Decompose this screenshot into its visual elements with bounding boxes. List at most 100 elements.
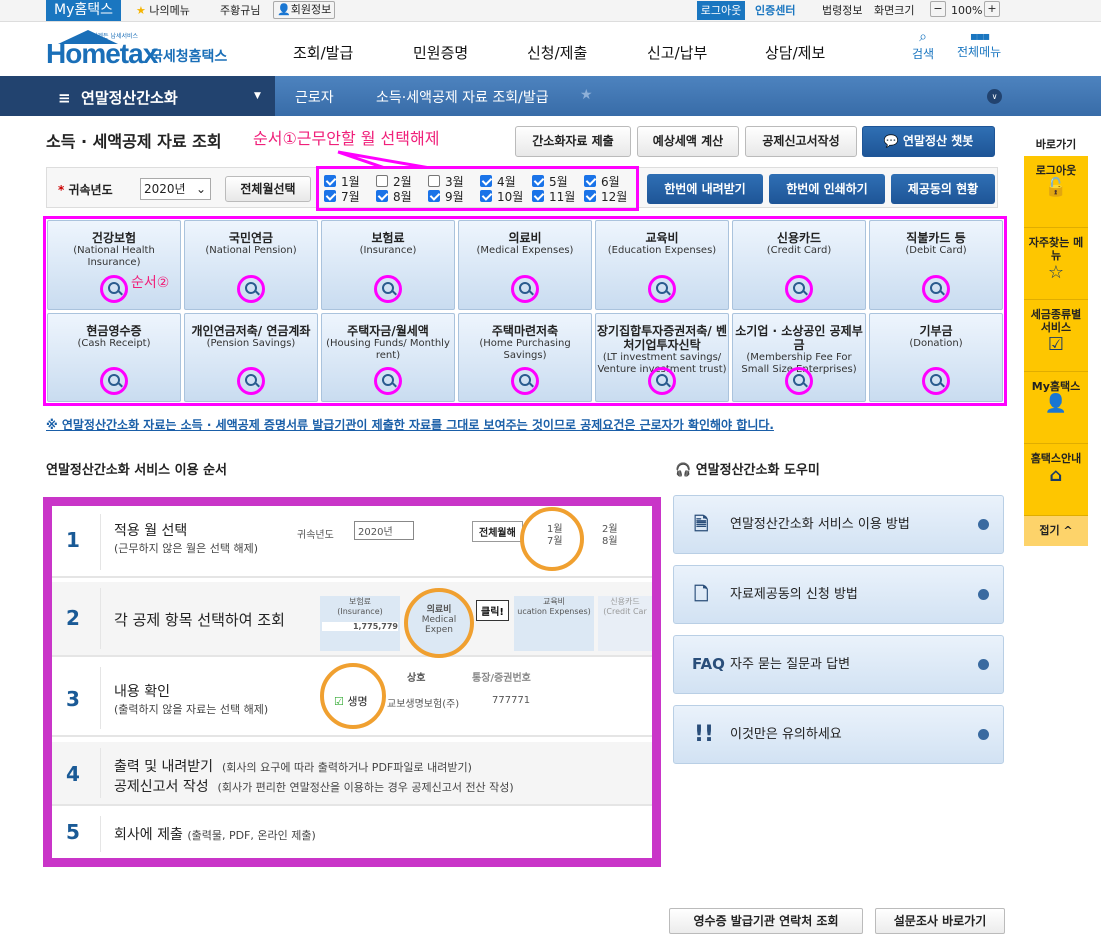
quick-favorites[interactable]: 자주찾는 메뉴 ☆ <box>1024 228 1088 300</box>
quick-tax-services[interactable]: 세금종류별 서비스 ☑ <box>1024 300 1088 372</box>
checkbox[interactable] <box>428 190 440 202</box>
estimate-tax-button[interactable]: 예상세액 계산 <box>637 126 739 157</box>
menu-report-pay[interactable]: 신고/납부 <box>647 42 707 63</box>
checkbox[interactable] <box>532 175 544 187</box>
month-checkbox[interactable]: 9월 <box>428 189 464 204</box>
checkbox[interactable] <box>532 190 544 202</box>
search-icon[interactable] <box>100 274 128 303</box>
search-icon[interactable] <box>648 367 676 395</box>
checkbox[interactable] <box>480 190 492 202</box>
my-hometax-tab[interactable]: My홈택스 <box>46 0 121 21</box>
category-3[interactable]: 의료비 (Medical Expenses) <box>458 220 592 310</box>
select-all-months-button[interactable]: 전체월선택 <box>225 176 311 202</box>
menu-inquiry[interactable]: 조회/발급 <box>293 42 353 63</box>
helper-caution-button[interactable]: !! 이것만은 유의하세요 <box>673 705 1004 764</box>
member-info-button[interactable]: 👤회원정보 <box>273 1 336 19</box>
menu-certificate[interactable]: 민원증명 <box>413 42 468 63</box>
category-5[interactable]: 신용카드 (Credit Card) <box>732 220 866 310</box>
month-checkbox[interactable]: 5월 <box>532 174 568 189</box>
month-checkbox[interactable]: 8월 <box>376 189 412 204</box>
favorite-star-icon[interactable]: ★ <box>580 87 593 103</box>
notice-link[interactable]: ※ 연말정산간소화 자료는 소득 · 세액공제 증명서류 발급기관이 제출한 자… <box>46 416 774 433</box>
search-icon[interactable] <box>511 274 539 303</box>
helper-usage-button[interactable]: 🗎 연말정산간소화 서비스 이용 방법 <box>673 495 1004 554</box>
checkbox[interactable] <box>324 175 336 187</box>
zoom-out-button[interactable]: − <box>930 1 946 17</box>
month-checkbox[interactable]: 10월 <box>480 189 523 204</box>
section-selector[interactable]: ≡ 연말정산간소화 <box>58 87 178 108</box>
survey-button[interactable]: 설문조사 바로가기 <box>875 908 1005 934</box>
quick-guide[interactable]: 홈택스안내 ⌂ <box>1024 444 1088 516</box>
search-icon[interactable] <box>648 274 676 303</box>
month-checkbox[interactable]: 12월 <box>584 189 627 204</box>
search-icon[interactable] <box>237 367 265 395</box>
chevron-down-icon[interactable]: ∨ <box>987 89 1002 104</box>
search-icon[interactable] <box>374 274 402 303</box>
breadcrumb-worker[interactable]: 근로자 <box>295 87 334 107</box>
month-checkbox[interactable]: 3월 <box>428 174 464 189</box>
year-select[interactable]: 2020년 ⌄ <box>140 178 211 200</box>
menu-application[interactable]: 신청/제출 <box>527 42 587 63</box>
month-checkbox[interactable]: 6월 <box>584 174 620 189</box>
download-all-button[interactable]: 한번에 내려받기 <box>647 174 763 204</box>
issuer-contact-button[interactable]: 영수증 발급기관 연락처 조회 <box>669 908 863 934</box>
category-7[interactable]: 현금영수증 (Cash Receipt) <box>47 312 181 402</box>
chatbot-button[interactable]: 💬 연말정산 챗봇 <box>862 126 995 157</box>
all-menu-button[interactable]: ▪▪▪ 전체메뉴 <box>957 29 1001 60</box>
category-0[interactable]: 건강보험 (National Health Insurance) <box>47 220 181 310</box>
checkbox[interactable] <box>324 190 336 202</box>
checkbox[interactable] <box>428 175 440 187</box>
deduction-form-button[interactable]: 공제신고서작성 <box>745 126 857 157</box>
search-icon[interactable] <box>785 274 813 303</box>
cert-center-link[interactable]: 인증센터 <box>755 3 795 18</box>
checkbox[interactable] <box>480 175 492 187</box>
helper-consent-button[interactable]: 🗋 자료제공동의 신청 방법 <box>673 565 1004 624</box>
logo[interactable]: Hometax <box>46 38 158 70</box>
menu-consult[interactable]: 상담/제보 <box>765 42 825 63</box>
category-8[interactable]: 개인연금저축/ 연금계좌 (Pension Savings) <box>184 312 318 402</box>
category-9[interactable]: 주택자금/월세액 (Housing Funds/ Monthly rent) <box>321 312 455 402</box>
search-icon[interactable] <box>922 367 950 395</box>
checkbox[interactable] <box>584 175 596 187</box>
caret-down-icon[interactable]: ▼ <box>254 91 261 101</box>
search-icon[interactable] <box>100 367 128 395</box>
search-icon[interactable] <box>511 367 539 395</box>
search-icon[interactable] <box>922 274 950 303</box>
quick-collapse-button[interactable]: 접기 ^ <box>1024 516 1088 546</box>
consent-status-button[interactable]: 제공동의 현황 <box>891 174 995 204</box>
category-4[interactable]: 교육비 (Education Expenses) <box>595 220 729 310</box>
logout-link[interactable]: 로그아웃 <box>697 1 745 20</box>
my-menu-link[interactable]: ★ 나의메뉴 <box>136 3 190 18</box>
category-6[interactable]: 직불카드 등 (Debit Card) <box>869 220 1003 310</box>
search-button[interactable]: ⌕ 검색 <box>912 29 934 62</box>
category-11[interactable]: 장기집합투자증권저축/ 벤처기업투자신탁 (LT investment savin… <box>595 312 729 402</box>
month-checkbox[interactable]: 7월 <box>324 189 360 204</box>
category-13[interactable]: 기부금 (Donation) <box>869 312 1003 402</box>
month-checkbox[interactable]: 2월 <box>376 174 412 189</box>
month-checkbox[interactable]: 11월 <box>532 189 575 204</box>
submit-simplified-button[interactable]: 간소화자료 제출 <box>515 126 631 157</box>
search-icon[interactable] <box>374 367 402 395</box>
checkbox[interactable] <box>376 190 388 202</box>
month-checkbox[interactable]: 4월 <box>480 174 516 189</box>
print-all-button[interactable]: 한번에 인쇄하기 <box>769 174 885 204</box>
helper-faq-button[interactable]: FAQ 자주 묻는 질문과 답변 <box>673 635 1004 694</box>
search-icon[interactable] <box>785 367 813 395</box>
category-2[interactable]: 보험료 (Insurance) <box>321 220 455 310</box>
quick-logout[interactable]: 로그아웃 🔓 <box>1024 156 1088 228</box>
law-info-link[interactable]: 법령정보 <box>822 3 862 18</box>
category-12[interactable]: 소기업 · 소상공인 공제부금 (Membership Fee For Small… <box>732 312 866 402</box>
month-checkbox[interactable]: 1월 <box>324 174 360 189</box>
step-title: 각 공제 항목 선택하여 조회 <box>114 611 285 629</box>
category-1[interactable]: 국민연금 (National Pension) <box>184 220 318 310</box>
illus-life: 생명 <box>347 695 368 708</box>
checkbox[interactable] <box>584 190 596 202</box>
search-icon[interactable] <box>237 274 265 303</box>
category-10[interactable]: 주택마련저축 (Home Purchasing Savings) <box>458 312 592 402</box>
zoom-in-button[interactable]: + <box>984 1 1000 17</box>
illus-insurance: 보험료 (Insurance) 1,775,779 <box>320 596 400 651</box>
checkbox[interactable] <box>376 175 388 187</box>
step-2: 2 각 공제 항목 선택하여 조회 보험료 (Insurance) 1,775,77… <box>52 582 652 658</box>
category-english: (Home Purchasing Savings) <box>479 337 571 361</box>
quick-my-hometax[interactable]: My홈택스 👤 <box>1024 372 1088 444</box>
